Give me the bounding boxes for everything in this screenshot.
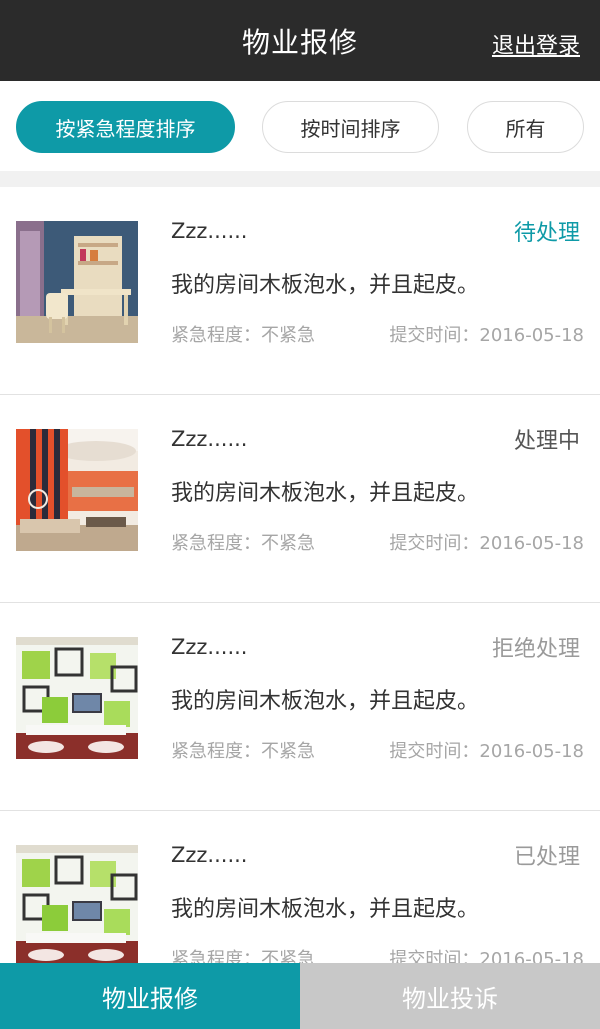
reporter-name: Zzz...... xyxy=(171,427,248,451)
status-badge: 处理中 xyxy=(513,429,580,454)
urgency-level: 紧急程度：不紧急 xyxy=(171,325,315,346)
reporter-name: Zzz...... xyxy=(171,635,248,659)
status-badge: 待处理 xyxy=(513,221,580,246)
repair-description: 我的房间木板泡水，并且起皮。 xyxy=(171,273,480,298)
room-photo-tv-wall-image xyxy=(16,637,138,759)
list-item[interactable]: Zzz...... 待处理 我的房间木板泡水，并且起皮。 紧急程度：不紧急 提交… xyxy=(0,187,600,395)
repair-description: 我的房间木板泡水，并且起皮。 xyxy=(171,689,480,714)
sort-by-time-button[interactable]: 按时间排序 xyxy=(262,101,439,153)
section-divider xyxy=(0,171,600,187)
room-photo-study xyxy=(16,221,138,343)
room-photo-living-orange-image xyxy=(16,429,138,551)
repair-description: 我的房间木板泡水，并且起皮。 xyxy=(171,481,480,506)
sort-by-urgency-button[interactable]: 按紧急程度排序 xyxy=(16,101,235,153)
app-header: 物业报修 退出登录 xyxy=(0,0,600,81)
room-photo-living-orange xyxy=(16,429,138,551)
repair-list: Zzz...... 待处理 我的房间木板泡水，并且起皮。 紧急程度：不紧急 提交… xyxy=(0,187,600,963)
status-badge: 已处理 xyxy=(513,845,580,870)
list-item[interactable]: Zzz...... 处理中 我的房间木板泡水，并且起皮。 紧急程度：不紧急 提交… xyxy=(0,395,600,603)
page-title: 物业报修 xyxy=(241,25,358,59)
reporter-name: Zzz...... xyxy=(171,219,248,243)
list-item[interactable]: Zzz...... 已处理 我的房间木板泡水，并且起皮。 紧急程度：不紧急 提交… xyxy=(0,811,600,963)
sort-filter-bar: 按紧急程度排序 按时间排序 所有 xyxy=(0,81,600,171)
reporter-name: Zzz...... xyxy=(171,843,248,867)
submit-time: 提交时间：2016-05-18 xyxy=(389,949,584,963)
room-photo-tv-wall-image xyxy=(16,845,138,963)
urgency-level: 紧急程度：不紧急 xyxy=(171,949,315,963)
submit-time: 提交时间：2016-05-18 xyxy=(389,533,584,554)
list-item[interactable]: Zzz...... 拒绝处理 我的房间木板泡水，并且起皮。 紧急程度：不紧急 提… xyxy=(0,603,600,811)
tab-property-complaint[interactable]: 物业投诉 xyxy=(300,963,600,1029)
room-photo-tv-wall xyxy=(16,637,138,759)
urgency-level: 紧急程度：不紧急 xyxy=(171,533,315,554)
submit-time: 提交时间：2016-05-18 xyxy=(389,325,584,346)
logout-link[interactable]: 退出登录 xyxy=(492,28,580,60)
bottom-nav: 物业报修 物业投诉 xyxy=(0,963,600,1029)
submit-time: 提交时间：2016-05-18 xyxy=(389,741,584,762)
room-photo-tv-wall xyxy=(16,845,138,963)
tab-property-repair[interactable]: 物业报修 xyxy=(0,963,300,1029)
show-all-button[interactable]: 所有 xyxy=(467,101,584,153)
room-photo-study-image xyxy=(16,221,138,343)
repair-description: 我的房间木板泡水，并且起皮。 xyxy=(171,897,480,922)
status-badge: 拒绝处理 xyxy=(491,637,580,662)
urgency-level: 紧急程度：不紧急 xyxy=(171,741,315,762)
